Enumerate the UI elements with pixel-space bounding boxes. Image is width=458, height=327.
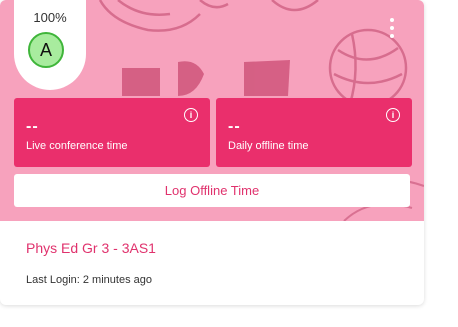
live-conference-time-card: -- Live conference time i — [14, 98, 210, 167]
daily-offline-time-value: -- — [228, 118, 241, 135]
daily-offline-time-card: -- Daily offline time i — [216, 98, 412, 167]
course-cover-image: 100% A -- Live conference time i -- Dail… — [0, 0, 424, 221]
live-conference-time-value: -- — [26, 118, 39, 135]
info-icon[interactable]: i — [386, 108, 400, 122]
grade-percent: 100% — [33, 10, 67, 25]
course-title-link[interactable]: Phys Ed Gr 3 - 3AS1 — [26, 240, 156, 256]
daily-offline-time-label: Daily offline time — [228, 140, 309, 152]
grade-letter: A — [28, 32, 64, 68]
course-card[interactable]: 100% A -- Live conference time i -- Dail… — [0, 0, 424, 305]
last-login-text: Last Login: 2 minutes ago — [26, 274, 152, 286]
info-icon[interactable]: i — [184, 108, 198, 122]
live-conference-time-label: Live conference time — [26, 140, 128, 152]
grade-badge: 100% A — [14, 0, 86, 90]
log-offline-time-button[interactable]: Log Offline Time — [14, 174, 410, 207]
more-options-icon[interactable] — [386, 16, 398, 40]
